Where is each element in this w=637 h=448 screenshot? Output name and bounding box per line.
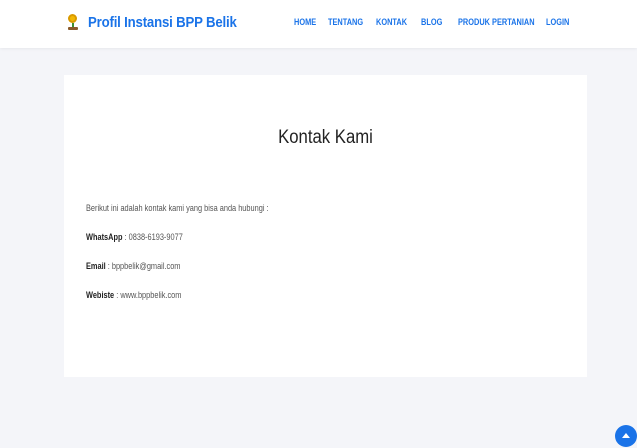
whatsapp-line: WhatsApp : 0838-6193-9077 <box>86 232 183 242</box>
contact-card: Kontak Kami Berikut ini adalah kontak ka… <box>64 75 587 377</box>
email-line: Email : bppbelik@gmail.com <box>86 261 180 271</box>
back-to-top-button[interactable] <box>615 425 637 447</box>
nav-kontak[interactable]: KONTAK <box>376 17 410 27</box>
page-title: Kontak Kami <box>278 127 373 148</box>
nav-tentang[interactable]: TENTANG <box>328 17 364 27</box>
whatsapp-value: : 0838-6193-9077 <box>122 232 183 242</box>
flower-pot-icon <box>66 13 80 31</box>
email-label: Email <box>86 261 106 271</box>
website-label: Webiste <box>86 290 115 300</box>
nav-menu: HOME TENTANG KONTAK BLOG PRODUK PERTANIA… <box>294 17 580 27</box>
whatsapp-label: WhatsApp <box>86 232 123 242</box>
website-line: Webiste : www.bppbelik.com <box>86 290 181 300</box>
nav-login[interactable]: LOGIN <box>546 17 571 27</box>
nav-produk-pertanian[interactable]: PRODUK PERTANIAN <box>458 17 535 27</box>
top-navbar: Profil Instansi BPP Belik HOME TENTANG K… <box>0 0 637 48</box>
brand-link[interactable]: Profil Instansi BPP Belik <box>66 13 257 31</box>
nav-home[interactable]: HOME <box>294 17 319 27</box>
nav-blog[interactable]: BLOG <box>421 17 448 27</box>
chevron-up-icon <box>622 433 630 438</box>
website-value: : www.bppbelik.com <box>114 290 182 300</box>
contact-intro: Berikut ini adalah kontak kami yang bisa… <box>86 203 269 213</box>
email-value: : bppbelik@gmail.com <box>105 261 181 271</box>
brand-title: Profil Instansi BPP Belik <box>88 13 237 31</box>
